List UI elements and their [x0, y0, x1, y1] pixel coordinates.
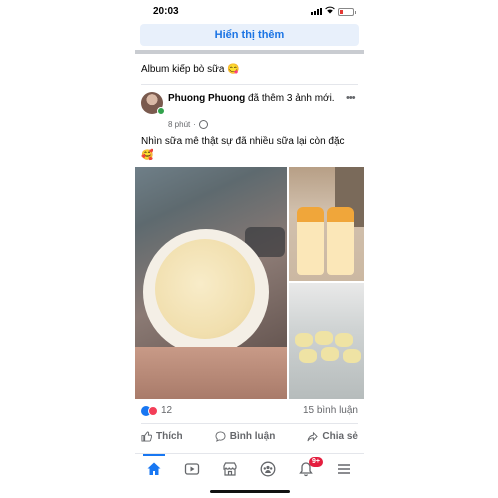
- tab-home[interactable]: [143, 458, 165, 480]
- thumbs-up-icon: [141, 430, 152, 442]
- post-header: Phuong Phuong đã thêm 3 ảnh mới.: [168, 92, 338, 105]
- battery-icon: [338, 8, 356, 16]
- share-icon: [307, 431, 319, 441]
- status-bar: 20:03: [135, 0, 364, 24]
- post-action: đã thêm 3 ảnh mới.: [245, 93, 335, 104]
- globe-icon: [198, 120, 208, 129]
- bag-3: [335, 333, 353, 347]
- separator: [141, 423, 358, 424]
- comment-label: Bình luận: [229, 430, 276, 442]
- tab-video[interactable]: [181, 458, 203, 480]
- more-options-icon[interactable]: •••: [346, 92, 356, 104]
- bag-5: [321, 347, 339, 361]
- post-actions: Thích Bình luận Chia sẻ: [141, 428, 358, 444]
- wifi-icon: [325, 6, 335, 14]
- post-time[interactable]: 8 phút: [168, 120, 190, 129]
- bottle-left: [297, 207, 324, 275]
- notification-badge: 9+: [309, 457, 323, 467]
- phone-screen: 20:03 Hiển thị thêm Album kiếp bò sữa 😋 …: [135, 0, 364, 498]
- comment-count[interactable]: 15 bình luận: [303, 405, 358, 416]
- home-indicator: [210, 490, 290, 493]
- signal-icon: [311, 8, 322, 15]
- active-tab-indicator: [143, 454, 165, 456]
- menu-icon: [338, 464, 350, 474]
- groups-icon: [260, 461, 276, 477]
- bag-1: [295, 333, 313, 347]
- online-indicator: [157, 107, 165, 115]
- post-caption: Nhìn sữa mê thật sự đã nhiều sữa lại còn…: [141, 136, 345, 161]
- marketplace-icon: [223, 462, 237, 476]
- separator: [141, 84, 358, 85]
- bag-6: [343, 349, 361, 363]
- album-title[interactable]: Album kiếp bò sữa 😋: [141, 64, 240, 75]
- hand-shape: [135, 347, 287, 399]
- love-reaction-icon: [148, 406, 158, 416]
- reactions-row: 12 15 bình luận: [141, 405, 358, 419]
- video-icon: [184, 463, 200, 475]
- bottom-tab-bar: 9+: [135, 453, 364, 482]
- see-more-button[interactable]: Hiển thị thêm: [140, 24, 359, 46]
- home-icon: [147, 462, 161, 475]
- share-label: Chia sẻ: [322, 430, 358, 442]
- reaction-count[interactable]: 12: [161, 405, 172, 416]
- photo-milk-cup[interactable]: [135, 167, 287, 399]
- comment-button[interactable]: Bình luận: [215, 428, 276, 444]
- bag-4: [299, 349, 317, 363]
- like-button[interactable]: Thích: [141, 428, 183, 444]
- photo-milk-bottles[interactable]: [289, 167, 364, 281]
- section-divider: [135, 50, 364, 54]
- share-button[interactable]: Chia sẻ: [307, 428, 358, 444]
- status-time: 20:03: [153, 6, 179, 17]
- comment-icon: [215, 430, 226, 442]
- tab-groups[interactable]: [257, 458, 279, 480]
- author-name[interactable]: Phuong Phuong: [168, 93, 245, 104]
- milk-surface: [155, 239, 255, 339]
- tab-marketplace[interactable]: [219, 458, 241, 480]
- meta-dot: ·: [193, 120, 196, 129]
- bag-2: [315, 331, 333, 345]
- like-label: Thích: [156, 430, 183, 442]
- bottle-right: [327, 207, 354, 275]
- tab-menu[interactable]: [333, 458, 355, 480]
- photo-milk-freezer[interactable]: [289, 283, 364, 399]
- post-meta: 8 phút ·: [168, 120, 208, 129]
